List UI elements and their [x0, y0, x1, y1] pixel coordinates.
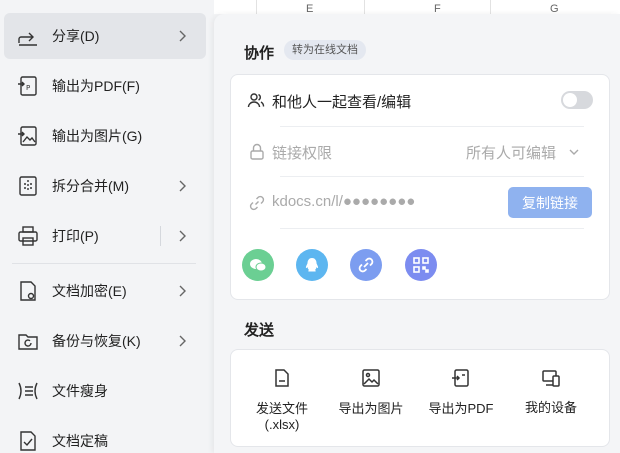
- split-merge-icon: [16, 174, 40, 198]
- menu-item-label: 打印(P): [52, 228, 99, 244]
- menu-item-slim[interactable]: 文件瘦身: [0, 368, 214, 414]
- menu-item-export-pdf[interactable]: P 输出为PDF(F): [0, 63, 214, 109]
- menu-item-label: 文档加密(E): [52, 283, 127, 299]
- share-icon: [16, 24, 40, 48]
- send-item-sub: (.xlsx): [264, 417, 300, 432]
- share-wechat-button[interactable]: [242, 249, 274, 281]
- divider: [280, 126, 584, 127]
- link-permission-label: 链接权限: [272, 145, 333, 162]
- share-qrcode-button[interactable]: [405, 249, 437, 281]
- copy-link-button[interactable]: 复制链接: [508, 187, 592, 218]
- export-pdf-button[interactable]: 导出为PDF: [419, 366, 503, 436]
- menu-item-label: 文档定稿: [52, 433, 108, 449]
- send-item-label: 发送文件: [255, 401, 308, 416]
- image-export-icon: [16, 124, 40, 148]
- lock-doc-icon: [16, 279, 40, 303]
- menu-item-backup[interactable]: 备份与恢复(K): [0, 318, 214, 364]
- send-title: 发送: [244, 322, 275, 339]
- chevron-right-icon: [174, 178, 190, 194]
- collab-view-label: 和他人一起查看/编辑: [272, 94, 412, 111]
- printer-icon: [16, 224, 40, 248]
- finalize-icon: [16, 429, 40, 453]
- menu-item-encrypt[interactable]: 文档加密(E): [0, 268, 214, 314]
- link-icon: [358, 257, 374, 273]
- pdf-icon: [451, 368, 471, 388]
- send-item-label: 我的设备: [524, 400, 577, 415]
- menu-item-split-merge[interactable]: 拆分合并(M): [0, 163, 214, 209]
- sheet-column-header: E F G: [214, 0, 620, 15]
- send-item-label: 导出为PDF: [428, 401, 494, 416]
- file-menu: 分享(D) P 输出为PDF(F) 输出为图片(G) 拆分合并(M) 打印(P): [0, 0, 214, 453]
- divider: [160, 226, 161, 246]
- qq-icon: [305, 258, 319, 272]
- menu-item-label: 拆分合并(M): [52, 178, 129, 194]
- menu-item-label: 输出为PDF(F): [52, 78, 140, 94]
- share-link-url[interactable]: kdocs.cn/l/●●●●●●●●: [272, 193, 415, 210]
- devices-icon: [541, 368, 561, 388]
- send-item-label: 导出为图片: [338, 401, 404, 416]
- image-icon: [361, 368, 381, 388]
- lock-icon: [248, 143, 266, 161]
- compress-icon: [16, 379, 40, 403]
- chevron-right-icon: [174, 28, 190, 44]
- svg-text:P: P: [26, 84, 30, 92]
- wechat-icon: [250, 259, 267, 272]
- users-icon: [247, 91, 265, 109]
- collab-toggle[interactable]: [561, 91, 593, 109]
- chevron-right-icon[interactable]: [174, 228, 190, 244]
- menu-divider: [12, 263, 196, 264]
- link-permission-value[interactable]: 所有人可编辑: [466, 142, 556, 163]
- divider: [280, 176, 584, 177]
- my-devices-button[interactable]: 我的设备: [509, 366, 593, 436]
- collab-title: 协作: [244, 45, 275, 62]
- menu-item-label: 文件瘦身: [52, 383, 108, 399]
- send-file-button[interactable]: 发送文件 (.xlsx): [240, 366, 324, 436]
- menu-item-print[interactable]: 打印(P): [0, 213, 214, 259]
- toggle-knob: [563, 93, 577, 107]
- chevron-right-icon: [174, 333, 190, 349]
- chevron-down-icon[interactable]: [566, 144, 584, 162]
- share-qq-button[interactable]: [296, 249, 328, 281]
- divider: [280, 228, 584, 229]
- menu-item-label: 备份与恢复(K): [52, 333, 141, 349]
- pdf-export-icon: P: [16, 74, 40, 98]
- file-icon: [272, 368, 292, 388]
- menu-item-share[interactable]: 分享(D): [4, 13, 206, 59]
- qrcode-icon: [413, 257, 429, 273]
- export-image-button[interactable]: 导出为图片: [329, 366, 413, 436]
- share-link-button[interactable]: [350, 249, 382, 281]
- link-icon: [248, 194, 266, 212]
- chevron-right-icon: [174, 283, 190, 299]
- backup-icon: [16, 329, 40, 353]
- convert-online-tag[interactable]: 转为在线文档: [284, 40, 366, 60]
- menu-item-label: 分享(D): [52, 28, 100, 44]
- grid-line: [364, 0, 365, 14]
- grid-line: [490, 0, 491, 14]
- menu-item-export-image[interactable]: 输出为图片(G): [0, 113, 214, 159]
- grid-line: [256, 0, 257, 14]
- menu-item-finalize[interactable]: 文档定稿: [0, 418, 214, 453]
- menu-item-label: 输出为图片(G): [52, 128, 143, 144]
